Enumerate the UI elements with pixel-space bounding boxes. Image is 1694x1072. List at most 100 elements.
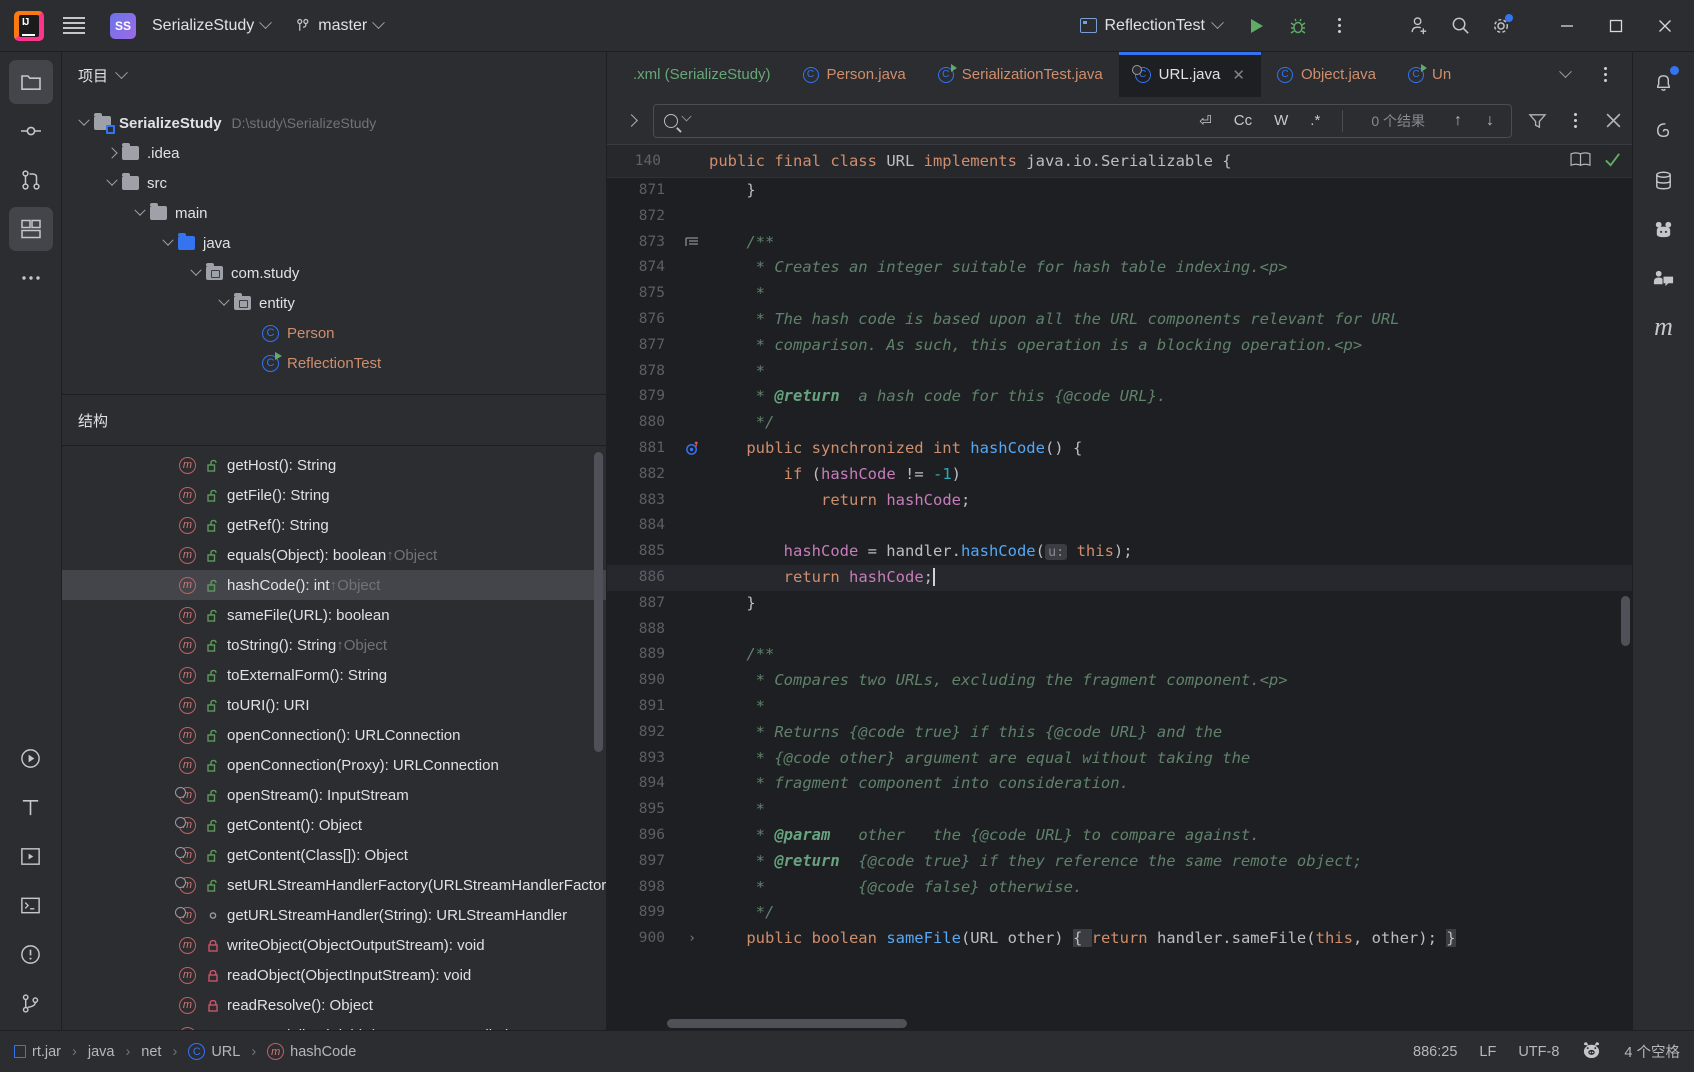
- code-line[interactable]: 882 if (hashCode != -1): [607, 462, 1632, 488]
- search-everywhere-button[interactable]: [1441, 8, 1479, 44]
- chevron-down-icon[interactable]: [214, 299, 234, 307]
- structure-list-item[interactable]: m sameFile(URL): boolean: [62, 600, 606, 630]
- sidebar-item-ai-assistant[interactable]: [1642, 109, 1686, 153]
- code-line[interactable]: 877 * comparison. As such, this operatio…: [607, 333, 1632, 359]
- code-line[interactable]: 900 › public boolean sameFile(URL other) …: [607, 926, 1632, 952]
- code-line[interactable]: 895 *: [607, 797, 1632, 823]
- sidebar-item-code-with-me[interactable]: [1642, 256, 1686, 300]
- structure-list-item[interactable]: m toExternalForm(): String: [62, 660, 606, 690]
- branch-selector[interactable]: master: [288, 12, 391, 40]
- code-line[interactable]: 880 */: [607, 410, 1632, 436]
- code-line[interactable]: 871 }: [607, 178, 1632, 204]
- structure-list-item[interactable]: m getURLStreamHandler(String): URLStreamH…: [62, 900, 606, 930]
- structure-list-item[interactable]: m setURLStreamHandlerFactory(URLStreamHan…: [62, 870, 606, 900]
- match-case-toggle[interactable]: Cc: [1228, 109, 1258, 132]
- tab-options-button[interactable]: [1586, 57, 1624, 93]
- account-button[interactable]: [1400, 8, 1438, 44]
- line-separator[interactable]: LF: [1479, 1044, 1496, 1060]
- chevron-down-icon[interactable]: [115, 65, 128, 79]
- code-line[interactable]: 899 */: [607, 900, 1632, 926]
- chevron-down-icon[interactable]: [186, 269, 206, 277]
- tab--xml-serializestudy-[interactable]: .xml (SerializeStudy): [607, 52, 787, 97]
- chevron-down-icon[interactable]: [74, 119, 94, 127]
- tab-close-icon[interactable]: ✕: [1232, 66, 1245, 84]
- tab-un[interactable]: C Un: [1392, 52, 1467, 97]
- sidebar-item-services[interactable]: [9, 834, 53, 878]
- structure-list-item[interactable]: m openStream(): InputStream: [62, 780, 606, 810]
- code-line[interactable]: 894 * fragment component into considerat…: [607, 771, 1632, 797]
- expand-fold-icon[interactable]: ›: [675, 926, 709, 952]
- maximize-button[interactable]: [1593, 0, 1639, 52]
- structure-list-item[interactable]: m writeObject(ObjectOutputStream): void: [62, 930, 606, 960]
- project-tree-item[interactable]: SerializeStudy D:\study\SerializeStudy: [62, 108, 606, 138]
- breadcrumb-item[interactable]: m hashCode: [267, 1043, 356, 1060]
- chevron-down-icon[interactable]: [130, 209, 150, 217]
- sidebar-item-bigdata[interactable]: [1642, 207, 1686, 251]
- structure-list-item[interactable]: m getContent(): Object: [62, 810, 606, 840]
- code-line[interactable]: 875 *: [607, 281, 1632, 307]
- structure-list-item[interactable]: m getFile(): String: [62, 480, 606, 510]
- debug-button[interactable]: [1279, 8, 1317, 44]
- doc-fold-icon[interactable]: [675, 236, 709, 248]
- breadcrumb-item[interactable]: C URL: [188, 1043, 240, 1060]
- code-lines[interactable]: 871 } 872 873 /** 874 * Creates an integer …: [607, 178, 1632, 952]
- code-line[interactable]: 873 /**: [607, 230, 1632, 256]
- find-more-button[interactable]: [1556, 103, 1594, 139]
- sticky-header-line[interactable]: 140 public final class URL implements ja…: [607, 145, 1632, 178]
- structure-list-item[interactable]: m getRef(): String: [62, 510, 606, 540]
- breadcrumb-item[interactable]: rt.jar: [14, 1044, 61, 1060]
- find-expand-toggle[interactable]: [615, 105, 647, 137]
- code-line[interactable]: 897 * @return {@code true} if they refer…: [607, 849, 1632, 875]
- breadcrumb-item[interactable]: net: [141, 1044, 161, 1060]
- regex-toggle[interactable]: .*: [1304, 109, 1326, 132]
- close-button[interactable]: [1642, 0, 1688, 52]
- sidebar-item-run[interactable]: [9, 736, 53, 780]
- sidebar-item-database[interactable]: [1642, 158, 1686, 202]
- overriding-method-icon[interactable]: [675, 441, 709, 456]
- tab-person-java[interactable]: C Person.java: [787, 52, 922, 97]
- structure-list-item[interactable]: m readObject(ObjectInputStream): void: [62, 960, 606, 990]
- sidebar-item-commit[interactable]: [9, 109, 53, 153]
- project-tree-item[interactable]: src: [62, 168, 606, 198]
- reader-mode-icon[interactable]: [1570, 151, 1591, 172]
- code-line[interactable]: 872: [607, 204, 1632, 230]
- code-line[interactable]: 885 hashCode = handler.hashCode(u: this)…: [607, 539, 1632, 565]
- find-prev-button[interactable]: ↑: [1447, 108, 1469, 134]
- caret-position[interactable]: 886:25: [1413, 1044, 1457, 1060]
- sidebar-item-maven[interactable]: m: [1642, 305, 1686, 349]
- code-line[interactable]: 889 /**: [607, 642, 1632, 668]
- code-line[interactable]: 886 return hashCode;: [607, 564, 1632, 591]
- sidebar-item-pull-requests[interactable]: [9, 158, 53, 202]
- project-tree-item[interactable]: entity: [62, 288, 606, 318]
- find-filter-button[interactable]: [1518, 103, 1556, 139]
- code-line[interactable]: 892 * Returns {@code true} if this {@cod…: [607, 720, 1632, 746]
- sidebar-item-notifications[interactable]: [1642, 60, 1686, 104]
- find-close-button[interactable]: [1594, 103, 1632, 139]
- tab-list-button[interactable]: [1546, 57, 1584, 93]
- project-tree[interactable]: SerializeStudy D:\study\SerializeStudy .id…: [62, 98, 606, 394]
- chevron-right-icon[interactable]: [102, 149, 122, 157]
- chevron-down-icon[interactable]: [158, 239, 178, 247]
- code-line[interactable]: 874 * Creates an integer suitable for ha…: [607, 255, 1632, 281]
- code-line[interactable]: 884: [607, 513, 1632, 539]
- structure-list-item[interactable]: m toString(): String ↑Object: [62, 630, 606, 660]
- structure-list-item[interactable]: m openConnection(): URLConnection: [62, 720, 606, 750]
- structure-list-item[interactable]: m openConnection(Proxy): URLConnection: [62, 750, 606, 780]
- search-history-chevron-icon[interactable]: [681, 111, 692, 122]
- chevron-down-icon[interactable]: [102, 179, 122, 187]
- code-line[interactable]: 876 * The hash code is based upon all th…: [607, 307, 1632, 333]
- settings-button[interactable]: [1482, 8, 1520, 44]
- indent-setting[interactable]: 4 个空格: [1624, 1041, 1680, 1062]
- editor-horizontal-scrollbar[interactable]: [667, 1019, 907, 1028]
- sidebar-item-terminal-window[interactable]: [9, 883, 53, 927]
- sidebar-item-more[interactable]: [9, 256, 53, 300]
- sidebar-item-problems[interactable]: [9, 932, 53, 976]
- words-toggle[interactable]: W: [1268, 109, 1294, 132]
- breadcrumb[interactable]: rt.jar › java › net › C URL › m hashCode: [14, 1043, 356, 1060]
- regex-newline-toggle[interactable]: ⏎: [1193, 109, 1218, 133]
- breadcrumb-item[interactable]: java: [88, 1044, 115, 1060]
- structure-list-item[interactable]: m hashCode(): int ↑Object: [62, 570, 606, 600]
- tab-serializationtest-java[interactable]: C SerializationTest.java: [922, 52, 1119, 97]
- editor-vertical-scrollbar[interactable]: [1621, 596, 1630, 646]
- inspection-ok-check[interactable]: [1603, 150, 1622, 173]
